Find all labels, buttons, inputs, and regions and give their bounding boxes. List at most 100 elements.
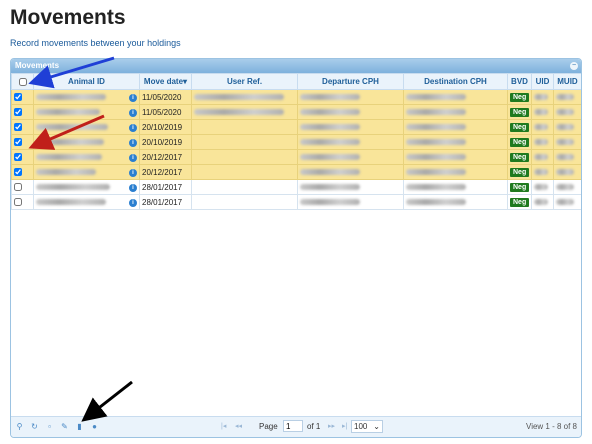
move-date-cell: 20/12/2017 bbox=[139, 149, 192, 165]
destination-cph-cell bbox=[403, 164, 508, 180]
row-checkbox[interactable] bbox=[14, 168, 22, 177]
destination-cph-cell bbox=[403, 134, 508, 150]
last-page-icon[interactable]: ▸| bbox=[342, 422, 347, 431]
bvd-cell: Neg bbox=[507, 104, 532, 120]
muid-cell bbox=[553, 104, 581, 120]
destination-cph-cell bbox=[403, 104, 508, 120]
info-icon[interactable]: i bbox=[129, 183, 137, 192]
muid-cell bbox=[553, 119, 581, 135]
redacted-value bbox=[534, 199, 548, 206]
page-title: Movements bbox=[10, 6, 126, 29]
uid-cell bbox=[531, 179, 554, 195]
redacted-value bbox=[556, 94, 574, 101]
status-badge: Neg bbox=[510, 108, 530, 117]
row-checkbox[interactable] bbox=[14, 93, 22, 102]
info-icon[interactable]: i bbox=[129, 198, 137, 207]
edit-icon[interactable]: ✎ bbox=[60, 422, 69, 431]
redacted-value bbox=[36, 94, 106, 101]
status-badge: Neg bbox=[510, 138, 530, 147]
row-checkbox[interactable] bbox=[14, 138, 22, 147]
animal-id-cell: i bbox=[33, 149, 140, 165]
grid-caption: Movements − bbox=[11, 59, 581, 73]
row-checkbox[interactable] bbox=[14, 123, 22, 132]
redacted-value bbox=[194, 94, 284, 101]
muid-cell bbox=[553, 149, 581, 165]
table-row[interactable]: i 20/10/2019 Neg bbox=[11, 119, 581, 135]
view-records-label: View 1 - 8 of 8 bbox=[526, 422, 577, 431]
animal-id-cell: i bbox=[33, 134, 140, 150]
delete-icon[interactable]: ▮ bbox=[75, 422, 84, 431]
move-date-cell: 20/10/2019 bbox=[139, 134, 192, 150]
redacted-value bbox=[556, 124, 574, 131]
bvd-cell: Neg bbox=[507, 194, 532, 210]
row-checkbox[interactable] bbox=[14, 183, 22, 192]
table-row[interactable]: i 11/05/2020 Neg bbox=[11, 104, 581, 120]
header-uid[interactable]: UID bbox=[531, 73, 554, 90]
departure-cph-cell bbox=[297, 194, 404, 210]
uid-cell bbox=[531, 134, 554, 150]
info-icon[interactable]: i bbox=[129, 108, 137, 117]
redacted-value bbox=[556, 184, 574, 191]
header-move-date-label: Move date bbox=[143, 77, 184, 86]
redacted-value bbox=[300, 109, 360, 116]
status-badge: Neg bbox=[510, 198, 530, 207]
muid-cell bbox=[553, 179, 581, 195]
header-animal-id[interactable]: Animal ID bbox=[33, 73, 140, 90]
info-icon[interactable]: i bbox=[129, 138, 137, 147]
status-badge: Neg bbox=[510, 168, 530, 177]
refresh-icon[interactable]: ↻ bbox=[30, 422, 39, 431]
redacted-value bbox=[300, 169, 360, 176]
select-all-checkbox[interactable] bbox=[18, 77, 27, 86]
redacted-value bbox=[534, 154, 548, 161]
collapse-icon[interactable]: − bbox=[570, 62, 578, 70]
redacted-value bbox=[406, 94, 466, 101]
info-icon[interactable]: i bbox=[129, 93, 137, 102]
header-move-date[interactable]: Move date▾ bbox=[139, 73, 192, 90]
move-date-cell: 28/01/2017 bbox=[139, 194, 192, 210]
table-row[interactable]: i 28/01/2017 Neg bbox=[11, 179, 581, 195]
departure-cph-cell bbox=[297, 134, 404, 150]
bvd-cell: Neg bbox=[507, 119, 532, 135]
header-bvd[interactable]: BVD bbox=[507, 73, 532, 90]
redacted-value bbox=[556, 139, 574, 146]
page-input[interactable] bbox=[283, 420, 303, 432]
record-movements-link[interactable]: Record movements between your holdings bbox=[10, 38, 181, 48]
info-icon[interactable]: ● bbox=[90, 422, 99, 431]
departure-cph-cell bbox=[297, 119, 404, 135]
header-muid[interactable]: MUID bbox=[553, 73, 581, 90]
row-checkbox[interactable] bbox=[14, 108, 22, 117]
move-date-cell: 20/10/2019 bbox=[139, 119, 192, 135]
redacted-value bbox=[556, 109, 574, 116]
redacted-value bbox=[300, 184, 360, 191]
movements-table: Animal ID Move date▾ User Ref. Departure… bbox=[11, 73, 581, 210]
info-icon[interactable]: i bbox=[129, 123, 137, 132]
user-ref-cell bbox=[191, 194, 298, 210]
row-checkbox[interactable] bbox=[14, 198, 22, 207]
status-badge: Neg bbox=[510, 183, 530, 192]
table-row[interactable]: i 20/12/2017 Neg bbox=[11, 149, 581, 165]
table-row[interactable]: i 28/01/2017 Neg bbox=[11, 194, 581, 210]
redacted-value bbox=[300, 124, 360, 131]
add-icon[interactable]: ▫ bbox=[45, 422, 54, 431]
table-row[interactable]: i 20/10/2019 Neg bbox=[11, 134, 581, 150]
search-icon[interactable]: ⚲ bbox=[15, 422, 24, 431]
redacted-value bbox=[534, 169, 548, 176]
table-row[interactable]: i 20/12/2017 Neg bbox=[11, 164, 581, 180]
header-user-ref[interactable]: User Ref. bbox=[191, 73, 298, 90]
grid-pager: ⚲ ↻ ▫ ✎ ▮ ● |◂ ◂◂ Page of 1 ▸▸ ▸| 100 ⌄ … bbox=[11, 416, 581, 437]
info-icon[interactable]: i bbox=[129, 168, 137, 177]
status-badge: Neg bbox=[510, 153, 530, 162]
table-row[interactable]: i 11/05/2020 Neg bbox=[11, 89, 581, 105]
muid-cell bbox=[553, 89, 581, 105]
next-page-icon[interactable]: ▸▸ bbox=[328, 422, 335, 431]
prev-page-icon[interactable]: ◂◂ bbox=[235, 422, 242, 431]
bvd-cell: Neg bbox=[507, 149, 532, 165]
uid-cell bbox=[531, 149, 554, 165]
info-icon[interactable]: i bbox=[129, 153, 137, 162]
header-departure-cph[interactable]: Departure CPH bbox=[297, 73, 404, 90]
first-page-icon[interactable]: |◂ bbox=[221, 422, 226, 431]
rows-per-page-select[interactable]: 100 ⌄ bbox=[351, 420, 383, 433]
redacted-value bbox=[534, 139, 548, 146]
row-checkbox[interactable] bbox=[14, 153, 22, 162]
header-destination-cph[interactable]: Destination CPH bbox=[403, 73, 508, 90]
